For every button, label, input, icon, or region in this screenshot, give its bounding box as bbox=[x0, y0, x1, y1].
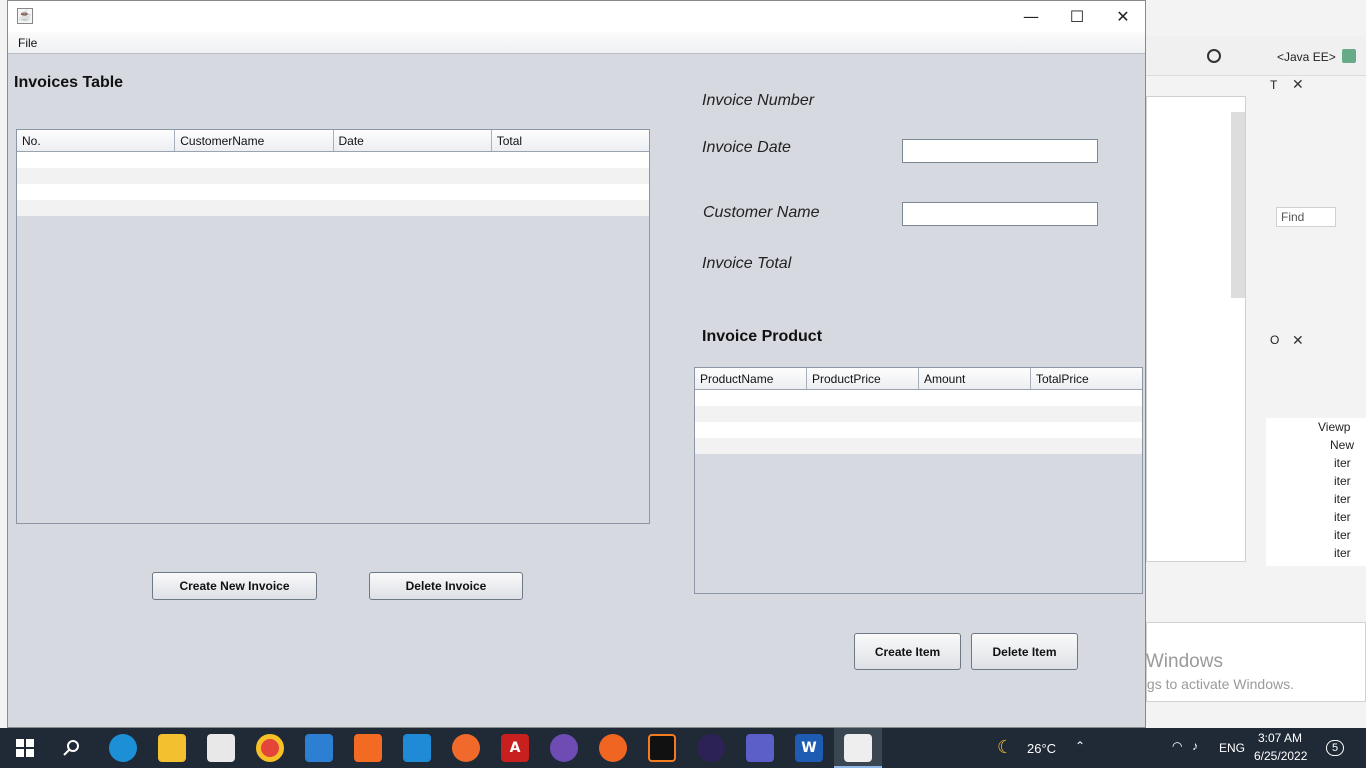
invoice-date-field[interactable] bbox=[902, 139, 1098, 163]
table-row[interactable] bbox=[695, 406, 1142, 422]
task-tab[interactable]: T bbox=[1270, 78, 1277, 92]
vscode-icon[interactable] bbox=[403, 734, 431, 762]
create-new-invoice-button[interactable]: Create New Invoice bbox=[152, 572, 317, 600]
invoices-table[interactable]: No. CustomerName Date Total bbox=[16, 129, 650, 524]
tree-item[interactable]: iter bbox=[1334, 546, 1351, 560]
column-header-total-price[interactable]: TotalPrice bbox=[1031, 368, 1142, 389]
perspective-icon[interactable] bbox=[1342, 49, 1356, 63]
teams-icon[interactable] bbox=[746, 734, 774, 762]
invoice-product-title: Invoice Product bbox=[702, 328, 823, 345]
adobe-acrobat-icon[interactable]: A bbox=[501, 734, 529, 762]
windows-start-icon[interactable] bbox=[11, 734, 39, 762]
language-indicator[interactable]: ENG bbox=[1219, 741, 1245, 755]
column-header-product-price[interactable]: ProductPrice bbox=[807, 368, 919, 389]
editor-scrollbar[interactable] bbox=[1231, 112, 1245, 298]
github-desktop-icon[interactable] bbox=[550, 734, 578, 762]
chrome-icon[interactable] bbox=[256, 734, 284, 762]
java-icon[interactable] bbox=[844, 734, 872, 762]
clock-date[interactable]: 6/25/2022 bbox=[1254, 749, 1307, 763]
customer-name-label: Customer Name bbox=[703, 204, 820, 221]
column-header-amount[interactable]: Amount bbox=[919, 368, 1031, 389]
tree-item-new[interactable]: New bbox=[1330, 438, 1354, 452]
java-app-icon: ☕ bbox=[17, 8, 33, 24]
invoice-number-label: Invoice Number bbox=[702, 92, 815, 109]
close-icon[interactable]: ✕ bbox=[1292, 76, 1304, 93]
invoice-total-label: Invoice Total bbox=[702, 255, 792, 272]
search-icon[interactable] bbox=[1207, 49, 1221, 63]
microsoft-store-icon[interactable] bbox=[207, 734, 235, 762]
weather-temperature[interactable]: 26°C bbox=[1027, 741, 1056, 756]
column-header-product-name[interactable]: ProductName bbox=[695, 368, 807, 389]
column-header-date[interactable]: Date bbox=[334, 130, 492, 151]
invoices-table-header: No. CustomerName Date Total bbox=[17, 130, 649, 152]
intellij-icon[interactable] bbox=[648, 734, 676, 762]
delete-invoice-button[interactable]: Delete Invoice bbox=[369, 572, 523, 600]
firefox-icon[interactable] bbox=[599, 734, 627, 762]
table-row[interactable] bbox=[17, 168, 649, 184]
edge-icon[interactable] bbox=[109, 734, 137, 762]
close-button[interactable]: ✕ bbox=[1100, 1, 1146, 32]
column-header-customer-name[interactable]: CustomerName bbox=[175, 130, 334, 151]
maximize-button[interactable]: ☐ bbox=[1054, 1, 1100, 32]
tree-item[interactable]: iter bbox=[1334, 510, 1351, 524]
taskbar: A W ☾ 26°C ⌃ ◠ ♪ ENG 3:07 AM 6/25/2022 5 bbox=[0, 728, 1366, 768]
search-icon[interactable] bbox=[58, 734, 86, 762]
word-icon[interactable]: W bbox=[795, 734, 823, 762]
wifi-icon[interactable]: ◠ bbox=[1172, 739, 1182, 753]
eclipse-icon[interactable] bbox=[697, 734, 725, 762]
outline-tab[interactable]: O bbox=[1270, 333, 1279, 347]
close-icon[interactable]: ✕ bbox=[1292, 332, 1304, 349]
notification-badge[interactable]: 5 bbox=[1326, 740, 1344, 756]
menu-file[interactable]: File bbox=[18, 36, 37, 50]
find-placeholder: Find bbox=[1281, 210, 1305, 224]
table-row[interactable] bbox=[17, 200, 649, 216]
table-row[interactable] bbox=[695, 438, 1142, 454]
table-row[interactable] bbox=[695, 390, 1142, 406]
product-table-header: ProductName ProductPrice Amount TotalPri… bbox=[695, 368, 1142, 390]
column-header-total[interactable]: Total bbox=[492, 130, 649, 151]
show-hidden-icons-icon[interactable]: ⌃ bbox=[1075, 739, 1085, 753]
file-explorer-icon[interactable] bbox=[158, 734, 186, 762]
create-item-button[interactable]: Create Item bbox=[854, 633, 961, 670]
minimize-button[interactable]: — bbox=[1008, 1, 1054, 32]
table-row[interactable] bbox=[17, 184, 649, 200]
table-row[interactable] bbox=[695, 422, 1142, 438]
tree-item-viewp[interactable]: Viewp bbox=[1318, 420, 1350, 434]
menu-bar: File bbox=[8, 32, 1145, 54]
customer-name-field[interactable] bbox=[902, 202, 1098, 226]
postman-icon[interactable] bbox=[452, 734, 480, 762]
invoices-table-title: Invoices Table bbox=[14, 74, 124, 91]
column-header-no[interactable]: No. bbox=[17, 130, 176, 151]
table-row[interactable] bbox=[17, 152, 649, 168]
weather-icon[interactable]: ☾ bbox=[997, 737, 1013, 758]
xampp-icon[interactable] bbox=[354, 734, 382, 762]
clock-time[interactable]: 3:07 AM bbox=[1258, 731, 1302, 745]
invoice-app-window: ☕ — ☐ ✕ File Invoices Table No. Customer… bbox=[7, 0, 1146, 728]
volume-icon[interactable]: ♪ bbox=[1192, 739, 1198, 753]
tree-item[interactable]: iter bbox=[1334, 474, 1351, 488]
delete-item-button[interactable]: Delete Item bbox=[971, 633, 1078, 670]
find-input[interactable]: Find bbox=[1276, 207, 1336, 227]
tree-item[interactable]: iter bbox=[1334, 528, 1351, 542]
title-bar[interactable]: ☕ — ☐ ✕ bbox=[8, 1, 1145, 32]
tree-item[interactable]: iter bbox=[1334, 492, 1351, 506]
tree-item[interactable]: iter bbox=[1334, 456, 1351, 470]
invoice-product-table[interactable]: ProductName ProductPrice Amount TotalPri… bbox=[694, 367, 1143, 594]
mail-icon[interactable] bbox=[305, 734, 333, 762]
invoice-date-label: Invoice Date bbox=[702, 139, 791, 156]
perspective-label[interactable]: <Java EE> bbox=[1277, 50, 1336, 64]
